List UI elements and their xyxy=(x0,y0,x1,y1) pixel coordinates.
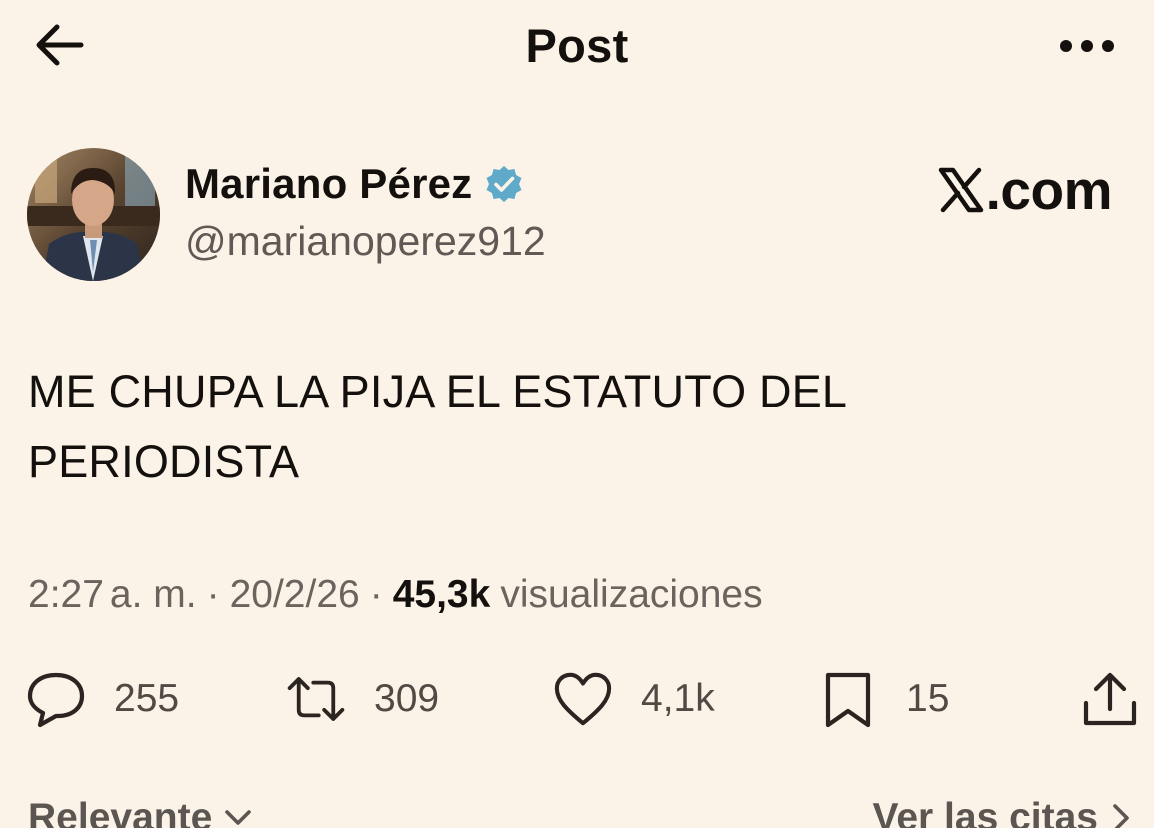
share-icon xyxy=(1080,669,1140,729)
x-logo-icon xyxy=(938,167,984,213)
brand-domain-text: .com xyxy=(985,159,1113,221)
more-options-button[interactable] xyxy=(1056,26,1118,66)
author-name[interactable]: Mariano Pérez xyxy=(185,160,472,208)
verified-icon xyxy=(484,164,524,204)
sort-label: Relevante xyxy=(28,796,213,828)
chevron-down-icon xyxy=(225,810,252,825)
post-text-line-2: PERIODISTA xyxy=(28,436,300,487)
sort-toggle[interactable]: Relevante xyxy=(28,796,252,828)
post-text: ME CHUPA LA PIJA EL ESTATUTO DEL PERIODI… xyxy=(28,357,1028,497)
view-quotes-link[interactable]: Ver las citas xyxy=(872,796,1130,828)
bookmark-count: 15 xyxy=(906,677,950,720)
author-handle[interactable]: @marianoperez912 xyxy=(185,218,546,265)
author-name-row: Mariano Pérez xyxy=(185,160,524,208)
bookmark-button[interactable]: 15 xyxy=(818,666,949,732)
meta-separator: · xyxy=(206,573,220,616)
reply-button[interactable]: 255 xyxy=(26,666,179,732)
like-icon xyxy=(553,669,613,729)
brand-watermark: .com xyxy=(938,158,1113,222)
repost-count: 309 xyxy=(374,677,440,720)
reply-icon xyxy=(26,669,86,729)
reply-count: 255 xyxy=(114,677,180,720)
post-page: Post Mariano Pérez @marianoperez912 .com… xyxy=(0,0,1154,828)
meta-separator: · xyxy=(369,573,383,616)
bookmark-icon xyxy=(818,669,878,729)
avatar[interactable] xyxy=(27,148,160,281)
like-count: 4,1k xyxy=(641,677,715,720)
quotes-label: Ver las citas xyxy=(872,796,1098,828)
repost-icon xyxy=(286,669,346,729)
more-icon xyxy=(1060,40,1114,52)
repost-button[interactable]: 309 xyxy=(286,666,439,732)
chevron-right-icon xyxy=(1113,804,1129,828)
like-button[interactable]: 4,1k xyxy=(553,666,715,732)
share-button[interactable] xyxy=(1080,666,1140,732)
post-time[interactable]: 2:27 xyxy=(28,573,104,617)
views-count[interactable]: 45,3k xyxy=(393,573,491,617)
post-time-ampm[interactable]: a. m. xyxy=(110,573,197,617)
post-date[interactable]: 20/2/26 xyxy=(230,573,360,617)
avatar-photo xyxy=(27,148,160,281)
page-title: Post xyxy=(525,19,629,72)
post-text-line-1: ME CHUPA LA PIJA EL ESTATUTO DEL xyxy=(28,366,848,417)
post-meta: 2:27 a. m. · 20/2/26 · 45,3k visualizaci… xyxy=(28,573,763,617)
views-label: visualizaciones xyxy=(500,573,763,616)
